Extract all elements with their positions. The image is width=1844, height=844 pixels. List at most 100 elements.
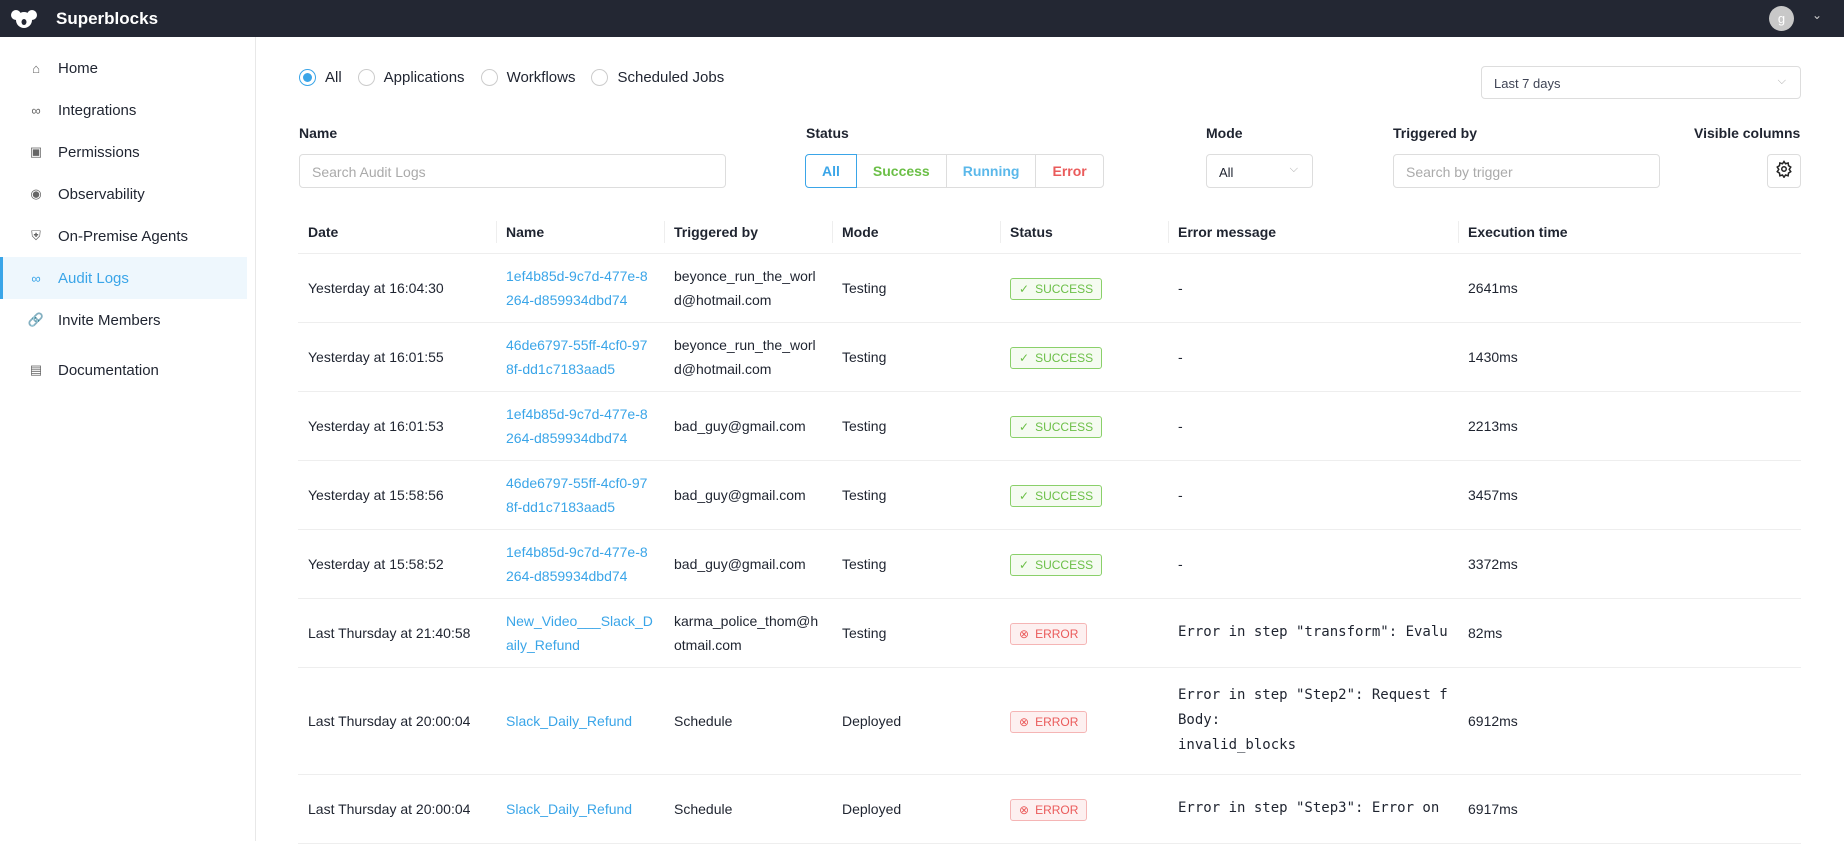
sidebar-item-documentation[interactable]: ▤Documentation [0, 349, 247, 391]
sidebar-item-on-premise-agents[interactable]: ⛨On-Premise Agents [0, 215, 247, 257]
error-message: Error in step "Step3": Error on line [1178, 796, 1448, 821]
radio-circle[interactable] [481, 69, 498, 86]
execution-time-cell: 2213ms [1458, 391, 1801, 460]
table-row[interactable]: Yesterday at 15:58:56 46de6797-55ff-4cf0… [298, 460, 1801, 529]
status-badge: ✓SUCCESS [1010, 416, 1102, 438]
status-badge: ✓SUCCESS [1010, 347, 1102, 369]
name-link[interactable]: 1ef4b85d-9c7d-477e-8264-d859934dbd74 [506, 406, 648, 446]
status-badge: ✓SUCCESS [1010, 485, 1102, 507]
triggered-by-cell: bad_guy@gmail.com [664, 460, 832, 529]
app-title: Superblocks [56, 9, 158, 29]
sidebar-item-observability[interactable]: ◉Observability [0, 173, 247, 215]
date-cell: Last Thursday at 21:40:58 [298, 598, 496, 667]
type-radio-scheduled-jobs[interactable]: Scheduled Jobs [591, 69, 724, 86]
mode-label: Mode [1206, 125, 1243, 141]
execution-time-cell: 82ms [1458, 598, 1801, 667]
status-text: SUCCESS [1035, 279, 1093, 299]
radio-circle[interactable] [358, 69, 375, 86]
status-text: ERROR [1035, 624, 1078, 644]
home-icon: ⌂ [28, 60, 44, 76]
sidebar-item-label: Audit Logs [58, 270, 129, 287]
x-circle-icon: ⊗ [1019, 800, 1029, 820]
name-link[interactable]: Slack_Daily_Refund [506, 801, 632, 817]
check-circle-icon: ✓ [1019, 279, 1029, 299]
type-radio-all[interactable]: All [299, 69, 342, 86]
sidebar-item-label: On-Premise Agents [58, 228, 188, 245]
mode-cell: Testing [832, 253, 1000, 322]
column-header[interactable]: Error message [1168, 211, 1458, 253]
name-link[interactable]: 46de6797-55ff-4cf0-978f-dd1c7183aad5 [506, 475, 647, 515]
execution-time-cell: 1430ms [1458, 322, 1801, 391]
chevron-down-icon[interactable]: ⌄ [1812, 8, 1822, 22]
sidebar-item-permissions[interactable]: ▣Permissions [0, 131, 247, 173]
radio-circle[interactable] [591, 69, 608, 86]
chevron-down-icon: ⌵ [1778, 75, 1786, 88]
execution-time-cell: 2641ms [1458, 253, 1801, 322]
column-header[interactable]: Name [496, 211, 664, 253]
sidebar-item-invite-members[interactable]: 🔗Invite Members [0, 299, 247, 341]
name-link[interactable]: 1ef4b85d-9c7d-477e-8264-d859934dbd74 [506, 544, 648, 584]
triggered-by-cell: beyonce_run_the_world@hotmail.com [664, 253, 832, 322]
binoculars-icon: ∞ [28, 270, 44, 286]
column-header[interactable]: Triggered by [664, 211, 832, 253]
triggered-by-cell: Schedule [664, 774, 832, 843]
sidebar-item-audit-logs[interactable]: ∞ Audit Logs [0, 257, 247, 299]
table-row[interactable]: Last Thursday at 21:40:58 New_Video___Sl… [298, 598, 1801, 667]
radio-label: Scheduled Jobs [617, 69, 724, 86]
status-badge: ⊗ERROR [1010, 711, 1087, 733]
mode-cell: Deployed [832, 774, 1000, 843]
name-link[interactable]: New_Video___Slack_Daily_Refund [506, 613, 653, 653]
table-row[interactable]: Yesterday at 15:58:52 1ef4b85d-9c7d-477e… [298, 529, 1801, 598]
name-link[interactable]: Slack_Daily_Refund [506, 713, 632, 729]
visible-columns-button[interactable] [1767, 154, 1801, 188]
date-range-select[interactable]: Last 7 days ⌵ [1481, 66, 1801, 99]
column-header[interactable]: Status [1000, 211, 1168, 253]
radio-label: All [325, 69, 342, 86]
status-text: ERROR [1035, 800, 1078, 820]
top-bar: Superblocks g ⌄ [0, 0, 1844, 37]
trigger-search-input[interactable]: Search by trigger [1393, 154, 1660, 188]
status-text: SUCCESS [1035, 348, 1093, 368]
table-row[interactable]: Yesterday at 16:01:55 46de6797-55ff-4cf0… [298, 322, 1801, 391]
sidebar-item-label: Invite Members [58, 312, 161, 329]
table-row[interactable]: Last Thursday at 20:00:04 Slack_Daily_Re… [298, 774, 1801, 843]
table-row[interactable]: Yesterday at 16:04:30 1ef4b85d-9c7d-477e… [298, 253, 1801, 322]
radio-circle[interactable] [299, 69, 316, 86]
table-row[interactable]: Yesterday at 16:01:53 1ef4b85d-9c7d-477e… [298, 391, 1801, 460]
audit-log-table: DateNameTriggered byModeStatusError mess… [298, 211, 1801, 844]
date-cell: Yesterday at 16:04:30 [298, 253, 496, 322]
column-header[interactable]: Date [298, 211, 496, 253]
koala-logo-icon[interactable] [10, 8, 38, 30]
name-link[interactable]: 46de6797-55ff-4cf0-978f-dd1c7183aad5 [506, 337, 647, 377]
status-filter-running[interactable]: Running [946, 154, 1037, 188]
column-header[interactable]: Execution time [1458, 211, 1801, 253]
status-label: Status [806, 125, 849, 141]
sidebar-item-integrations[interactable]: ∞Integrations [0, 89, 247, 131]
mode-cell: Testing [832, 460, 1000, 529]
name-search-input[interactable]: Search Audit Logs [299, 154, 726, 188]
error-message: - [1178, 552, 1448, 576]
error-message: - [1178, 414, 1448, 438]
mode-select[interactable]: All⌵ [1206, 154, 1313, 188]
document-icon: ▤ [28, 362, 44, 378]
triggered-by-cell: beyonce_run_the_world@hotmail.com [664, 322, 832, 391]
column-header[interactable]: Mode [832, 211, 1000, 253]
table-row[interactable]: Last Thursday at 20:00:04 Slack_Daily_Re… [298, 667, 1801, 774]
execution-time-cell: 3457ms [1458, 460, 1801, 529]
status-filter-error[interactable]: Error [1035, 154, 1103, 188]
type-radio-workflows[interactable]: Workflows [481, 69, 576, 86]
date-cell: Yesterday at 16:01:53 [298, 391, 496, 460]
visible-columns-label: Visible columns [1694, 125, 1800, 141]
sidebar-item-home[interactable]: ⌂Home [0, 47, 247, 89]
chevron-down-icon: ⌵ [1290, 163, 1298, 176]
gear-icon [1775, 160, 1793, 182]
name-link[interactable]: 1ef4b85d-9c7d-477e-8264-d859934dbd74 [506, 268, 648, 308]
chart-search-icon: ◉ [28, 186, 44, 202]
status-badge: ⊗ ERROR [1010, 799, 1087, 821]
avatar[interactable]: g [1769, 6, 1794, 31]
date-range-value: Last 7 days [1494, 76, 1561, 91]
triggered-by-cell: karma_police_thom@hotmail.com [664, 598, 832, 667]
type-radio-applications[interactable]: Applications [358, 69, 465, 86]
status-filter-success[interactable]: Success [856, 154, 947, 188]
status-filter-all[interactable]: All [805, 154, 857, 188]
